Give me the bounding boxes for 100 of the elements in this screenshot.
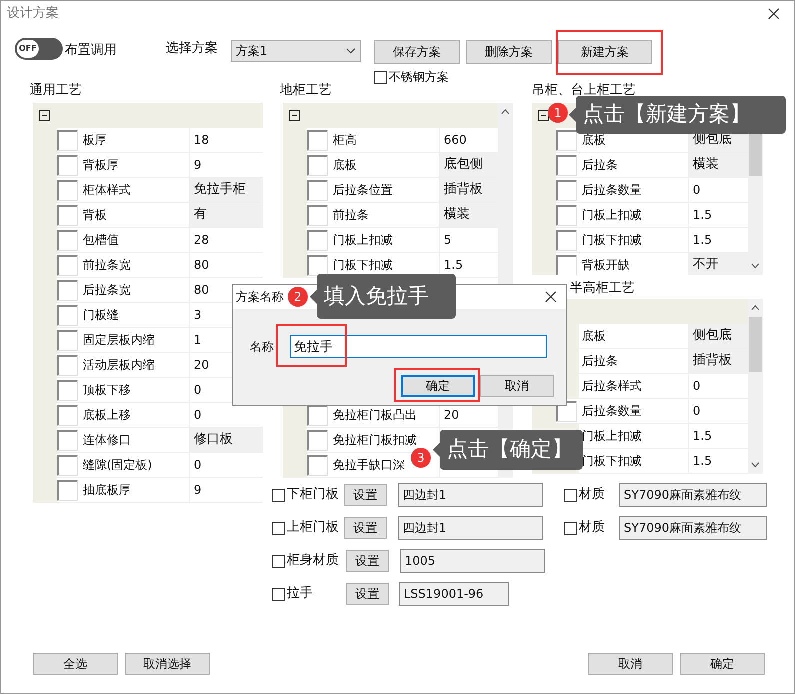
material-checkbox[interactable]: 拉手 xyxy=(272,584,344,604)
footer-button[interactable]: 取消 xyxy=(588,653,673,675)
footer-button[interactable]: 确定 xyxy=(680,653,765,675)
material-checkbox[interactable]: 材质 xyxy=(564,518,619,538)
footer-button[interactable]: 全选 xyxy=(33,653,118,675)
property-value: 0 xyxy=(689,178,748,203)
property-value: 9 xyxy=(190,153,263,178)
checkbox[interactable] xyxy=(57,404,78,426)
checkbox[interactable] xyxy=(564,488,577,502)
checkbox[interactable] xyxy=(307,180,328,200)
scheme-select[interactable]: 方案1 xyxy=(231,40,361,62)
property-label: 连体修口 xyxy=(80,428,190,453)
checkbox[interactable] xyxy=(307,230,328,250)
checkbox[interactable] xyxy=(307,404,328,426)
scheme-button[interactable]: 保存方案 xyxy=(374,40,460,64)
property-value: 0 xyxy=(689,399,748,424)
property-label: 背板 xyxy=(80,203,190,228)
settings-button[interactable]: 设置 xyxy=(346,550,389,572)
checkbox[interactable] xyxy=(272,522,285,534)
checkbox[interactable] xyxy=(57,130,78,150)
checkbox[interactable] xyxy=(57,230,78,250)
close-icon[interactable] xyxy=(768,8,780,20)
checkbox[interactable] xyxy=(57,280,78,300)
checkbox[interactable] xyxy=(556,180,577,200)
property-value[interactable]: 免拉手柜 xyxy=(190,178,263,203)
checkbox[interactable] xyxy=(307,454,328,476)
checkbox[interactable] xyxy=(556,204,577,226)
settings-button[interactable]: 设置 xyxy=(344,517,387,539)
checkbox[interactable] xyxy=(57,180,78,200)
material-checkbox[interactable]: 下柜门板 xyxy=(272,485,344,505)
checkbox[interactable] xyxy=(307,254,328,276)
property-value[interactable]: 插背板 xyxy=(440,178,498,203)
checkbox[interactable] xyxy=(307,204,328,226)
checkbox[interactable] xyxy=(57,154,78,176)
checkbox[interactable] xyxy=(57,354,78,376)
checkbox[interactable] xyxy=(556,254,577,275)
material-checkbox[interactable]: 材质 xyxy=(564,485,619,505)
material-checkbox[interactable]: 上柜门板 xyxy=(272,518,344,538)
property-value[interactable]: 横装 xyxy=(440,203,498,228)
checkbox[interactable] xyxy=(57,304,78,326)
property-label: 抽底板厚 xyxy=(80,478,190,503)
checkbox[interactable] xyxy=(272,554,285,568)
close-icon[interactable] xyxy=(545,291,557,303)
material-field[interactable]: 四边封1 xyxy=(398,516,543,540)
collapse-icon[interactable] xyxy=(289,110,300,121)
checkbox[interactable] xyxy=(57,480,78,500)
property-value[interactable]: 底包侧 xyxy=(440,153,498,178)
property-label: 门板下扣减 xyxy=(579,228,689,253)
checkbox[interactable] xyxy=(272,588,285,600)
property-label: 包槽值 xyxy=(80,228,190,253)
checkbox[interactable] xyxy=(57,204,78,226)
property-label: 后拉条 xyxy=(579,153,689,178)
property-label: 后拉条 xyxy=(579,349,689,374)
material-field[interactable]: 1005 xyxy=(400,549,545,573)
checkbox[interactable] xyxy=(57,430,78,450)
checkbox[interactable] xyxy=(556,230,577,250)
footer-button[interactable]: 取消选择 xyxy=(125,653,210,675)
property-value[interactable]: 横装 xyxy=(689,153,748,178)
checkbox[interactable] xyxy=(307,130,328,150)
property-label: 底板 xyxy=(330,153,440,178)
scrollbar[interactable] xyxy=(748,299,763,474)
checkbox[interactable] xyxy=(307,430,328,450)
property-label: 底板 xyxy=(579,324,689,349)
chevron-down-icon[interactable] xyxy=(346,48,356,54)
checkbox[interactable] xyxy=(564,522,577,534)
material-field[interactable]: SY7090麻面素雅布纹 xyxy=(619,483,767,507)
property-value[interactable]: 插背板 xyxy=(689,349,748,374)
settings-button[interactable]: 设置 xyxy=(344,484,387,506)
checkbox[interactable] xyxy=(57,330,78,350)
property-label: 后拉条数量 xyxy=(579,178,689,203)
property-label: 门板上扣减 xyxy=(330,228,440,253)
checkbox[interactable] xyxy=(57,380,78,400)
checkbox[interactable] xyxy=(57,254,78,276)
property-label: 板厚 xyxy=(80,128,190,153)
material-checkbox[interactable]: 柜身材质 xyxy=(272,551,344,571)
collapse-icon[interactable] xyxy=(39,110,50,121)
checkbox[interactable] xyxy=(272,488,285,502)
settings-button[interactable]: 设置 xyxy=(346,583,389,605)
checkbox[interactable] xyxy=(307,154,328,176)
checkbox[interactable] xyxy=(57,454,78,476)
material-field[interactable]: LSS19001-96 xyxy=(399,582,509,606)
property-value[interactable]: 不开 xyxy=(689,253,748,275)
stainless-checkbox[interactable]: 不锈钢方案 xyxy=(374,68,449,86)
material-field[interactable]: SY7090麻面素雅布纹 xyxy=(619,516,767,540)
checkbox[interactable] xyxy=(556,130,577,150)
property-value[interactable]: 修口板 xyxy=(190,428,263,453)
property-value[interactable]: 侧包底 xyxy=(689,324,748,349)
scheme-button[interactable]: 新建方案 xyxy=(558,40,652,64)
name-input[interactable]: 免拉手 xyxy=(290,335,547,358)
material-field[interactable]: 四边封1 xyxy=(398,483,543,507)
checkbox[interactable] xyxy=(374,70,387,84)
collapse-icon[interactable] xyxy=(538,110,549,121)
checkbox[interactable] xyxy=(556,154,577,176)
property-label: 后拉条样式 xyxy=(579,374,689,399)
dialog-button[interactable]: 取消 xyxy=(480,375,554,397)
toggle-switch[interactable]: OFF xyxy=(15,38,63,60)
section-title: 通用工艺 xyxy=(30,82,83,100)
dialog-button[interactable]: 确定 xyxy=(401,375,475,397)
scheme-button[interactable]: 删除方案 xyxy=(466,40,552,64)
property-value[interactable]: 有 xyxy=(190,203,263,228)
